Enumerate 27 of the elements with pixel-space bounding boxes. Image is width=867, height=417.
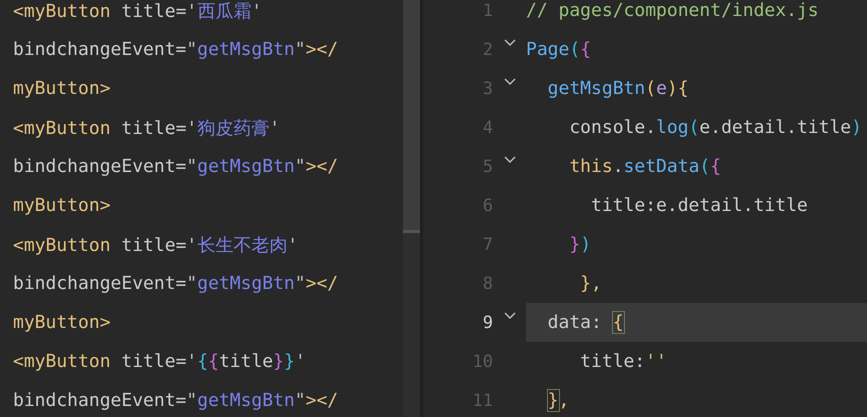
code-line: this.setData({ xyxy=(568,155,722,179)
code-line: }) xyxy=(568,233,592,257)
code-line: myButton> xyxy=(13,78,111,99)
code-line: myButton> xyxy=(13,312,111,333)
code-line: getMsgBtn(e){ xyxy=(546,77,690,101)
code-line: title:e.detail.title xyxy=(590,194,809,218)
code-line: }, xyxy=(546,389,570,413)
code-line: <myButton title='{{title}}' xyxy=(13,351,306,372)
code-line: // pages/component/index.js xyxy=(526,0,820,23)
line-number: 9 xyxy=(482,312,493,332)
code-line: bindchangeEvent="getMsgBtn"></ xyxy=(13,39,338,60)
code-line: <myButton title='狗皮药膏' xyxy=(13,116,280,140)
code-line: }, xyxy=(579,272,603,296)
code-line: console.log(e.detail.title) xyxy=(568,116,863,140)
code-line: bindchangeEvent="getMsgBtn"></ xyxy=(13,273,338,294)
code-line: <myButton title='长生不老肉' xyxy=(13,234,298,256)
code-line: <myButton title='西瓜霜' xyxy=(13,0,262,22)
code-line: Page({ xyxy=(526,38,592,62)
code-line: title:'' xyxy=(579,350,668,374)
chevron-down-icon[interactable] xyxy=(504,156,516,164)
code-line: bindchangeEvent="getMsgBtn"></ xyxy=(13,390,338,411)
chevron-down-icon[interactable] xyxy=(504,39,516,47)
code-line: myButton> xyxy=(13,195,111,216)
scrollbar[interactable] xyxy=(403,0,420,417)
chevron-down-icon[interactable] xyxy=(504,78,516,86)
code-line: bindchangeEvent="getMsgBtn"></ xyxy=(13,156,338,177)
chevron-down-icon[interactable] xyxy=(504,312,516,320)
